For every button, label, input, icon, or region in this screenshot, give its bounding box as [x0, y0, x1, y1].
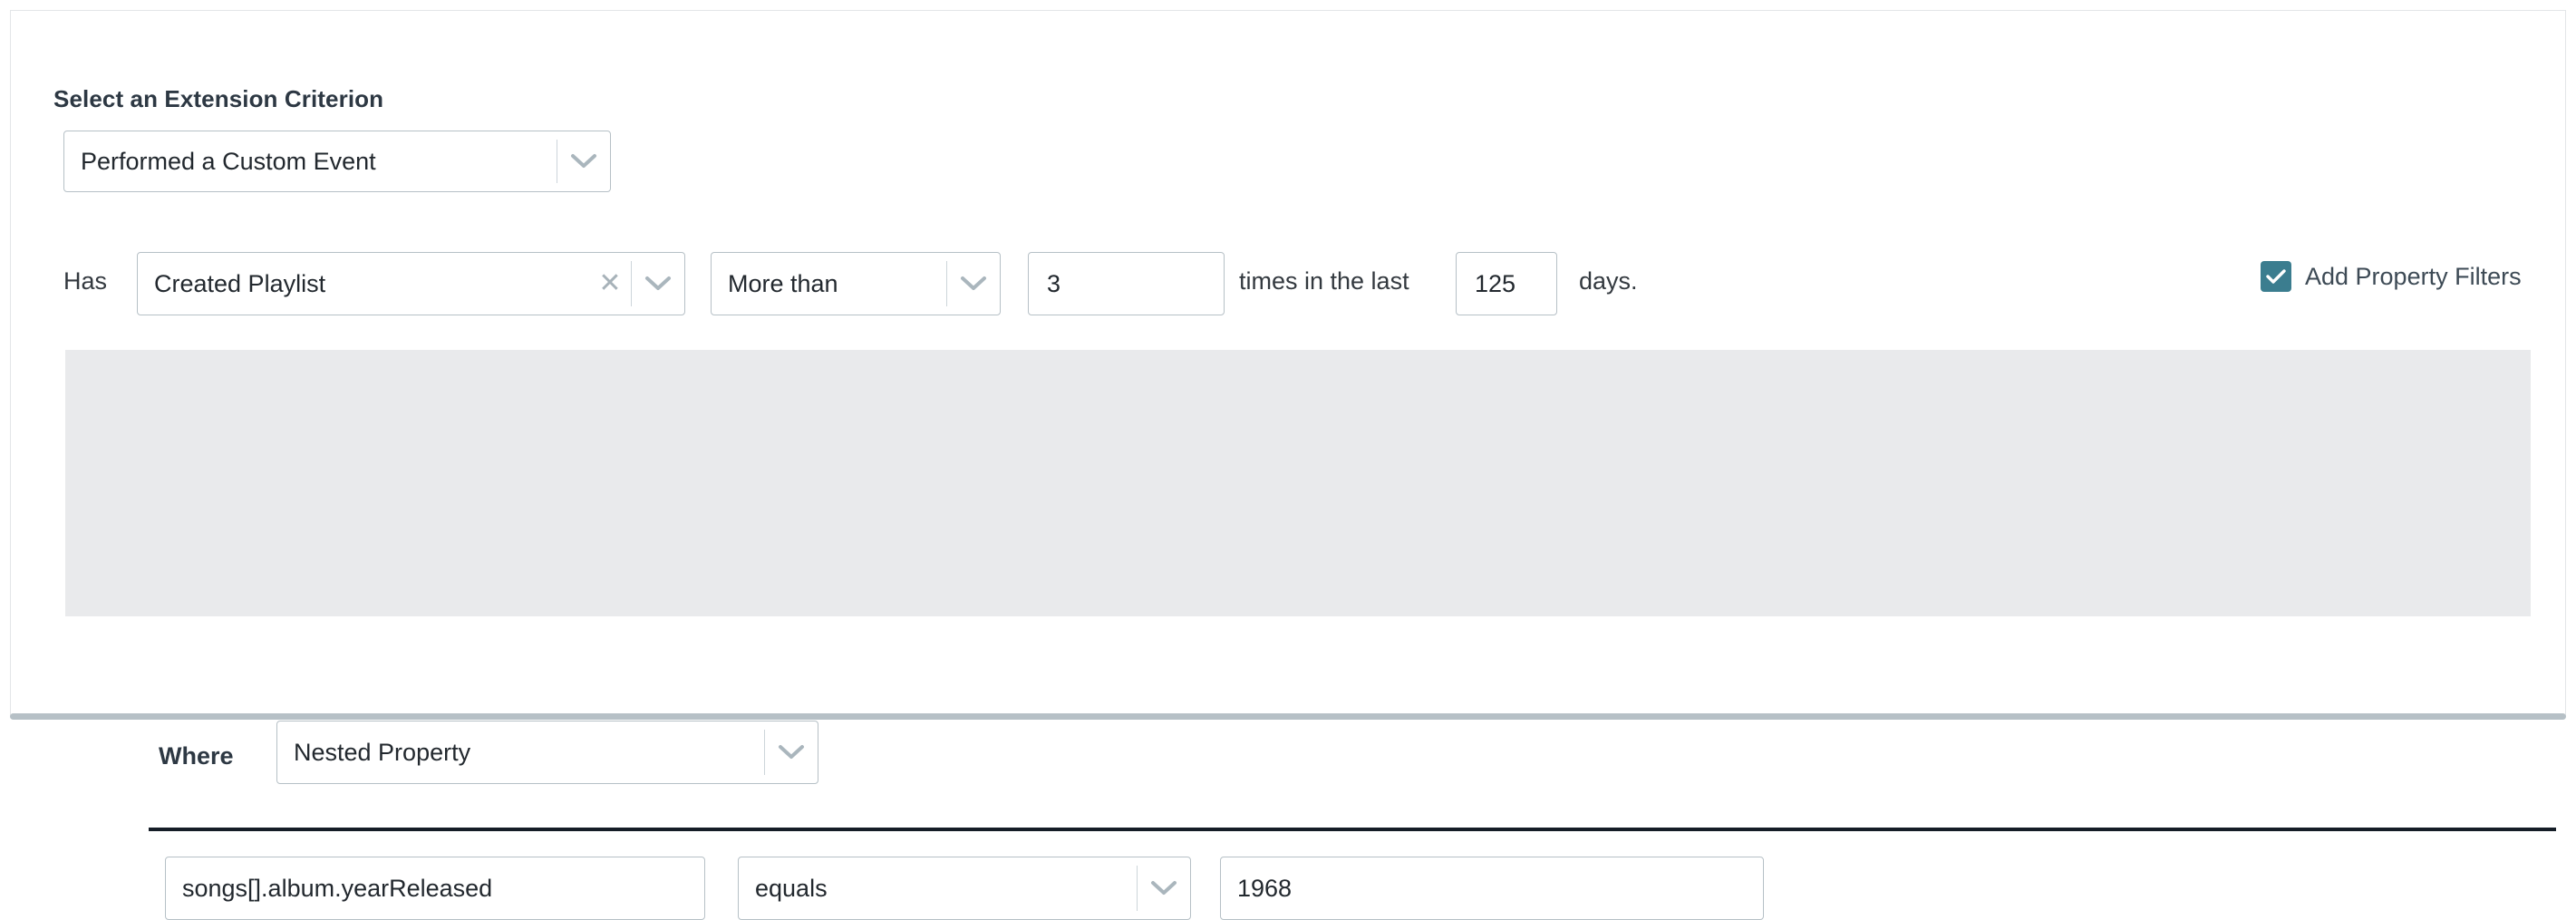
chevron-down-icon[interactable] [947, 276, 1000, 292]
add-property-filters-checkbox[interactable]: Add Property Filters [2261, 261, 2522, 292]
checkbox-box[interactable] [2261, 261, 2291, 292]
chevron-down-icon[interactable] [557, 153, 610, 169]
has-label: Has [63, 267, 108, 295]
property-operator-select[interactable]: equals [738, 857, 1191, 920]
property-value-input[interactable]: 1968 [1220, 857, 1764, 920]
chevron-down-icon[interactable] [1138, 880, 1190, 896]
property-value-text: 1968 [1237, 874, 1293, 902]
property-path-input[interactable]: songs[].album.yearReleased [165, 857, 705, 920]
extension-criterion-value: Performed a Custom Event [81, 147, 376, 175]
custom-event-value: Created Playlist [154, 269, 326, 297]
chevron-down-icon[interactable] [632, 276, 684, 292]
panel-divider [149, 828, 2556, 831]
chevron-down-icon[interactable] [765, 744, 818, 760]
close-icon[interactable]: ✕ [589, 270, 631, 297]
custom-event-select[interactable]: Created Playlist ✕ [137, 252, 685, 315]
where-label: Where [159, 742, 234, 770]
extension-criterion-select[interactable]: Performed a Custom Event [63, 131, 611, 192]
days-value: 125 [1475, 269, 1516, 297]
page-title: Select an Extension Criterion [53, 85, 384, 112]
add-property-filters-label: Add Property Filters [2305, 262, 2522, 290]
nested-property-value: Nested Property [294, 738, 471, 766]
comparator-value: More than [728, 269, 838, 297]
property-operator-value: equals [755, 874, 828, 902]
property-filter-panel: Where Nested Property songs[].album.year… [65, 350, 2556, 920]
comparator-select[interactable]: More than [711, 252, 1001, 315]
nested-property-select[interactable]: Nested Property [276, 721, 818, 784]
days-label: days. [1579, 267, 1638, 295]
horizontal-scrollbar[interactable] [10, 713, 2566, 720]
checkmark-icon [2266, 269, 2286, 284]
times-in-the-last-label: times in the last [1239, 267, 1409, 295]
days-input[interactable]: 125 [1456, 252, 1557, 315]
event-count-value: 3 [1047, 269, 1061, 297]
criterion-builder-panel: Select an Extension Criterion Performed … [10, 10, 2566, 920]
event-count-input[interactable]: 3 [1028, 252, 1225, 315]
property-path-value: songs[].album.yearReleased [182, 874, 493, 902]
